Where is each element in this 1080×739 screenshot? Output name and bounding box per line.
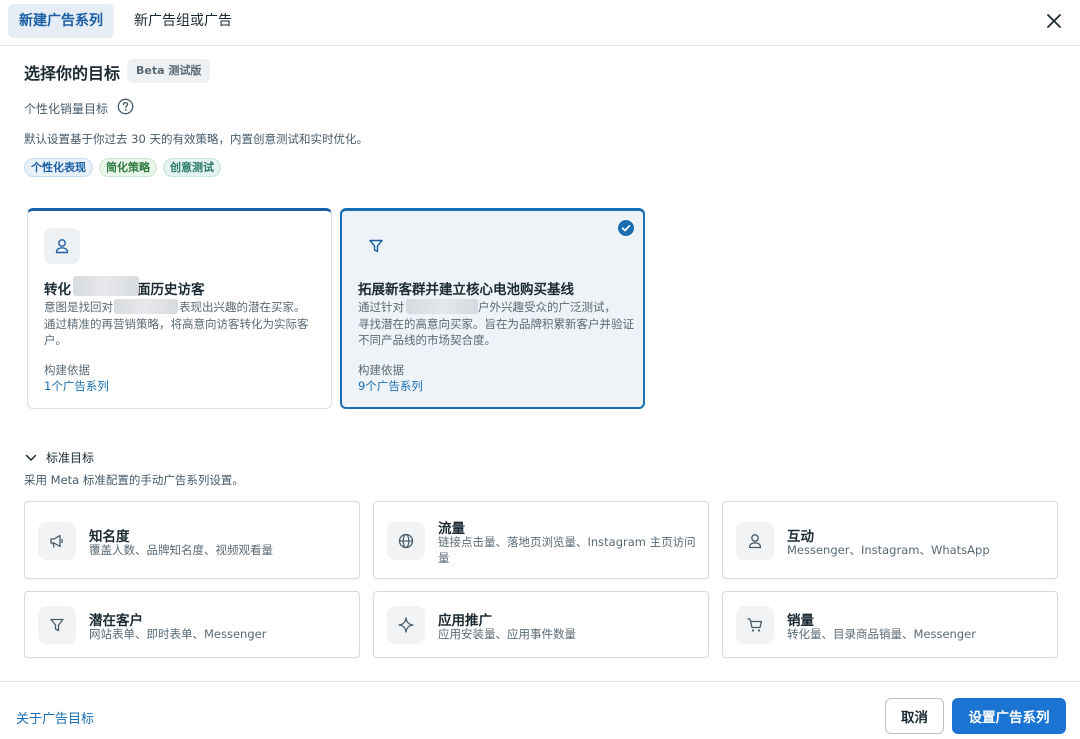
basis-label: 构建依据 [44, 363, 90, 377]
close-button[interactable] [1042, 9, 1066, 33]
page-title: 选择你的目标 [24, 64, 121, 83]
objective-icon-box [44, 228, 80, 264]
objective-subtitle: 覆盖人数、品牌知名度、视频观看量 [89, 543, 273, 557]
objective-subtitle: 链接点击量、落地页浏览量、Instagram 主页访问量 [438, 535, 696, 565]
objective-icon-box [387, 606, 425, 644]
objective-subtitle: Messenger、Instagram、WhatsApp [787, 543, 990, 557]
chevron-down-icon [25, 454, 37, 461]
objective-card-retarget[interactable]: 转化 面历史访客 意图是找回对 表现出兴趣的潜在买家。 通过精准的再营销策略，将高意… [27, 208, 332, 409]
objective-title: 应用推广 [438, 613, 492, 629]
basis-link[interactable]: 1个广告系列 [44, 378, 109, 394]
globe-icon [398, 533, 414, 549]
objective-awareness[interactable]: 知名度 覆盖人数、品牌知名度、视频观看量 [24, 501, 360, 579]
objective-sales[interactable]: 销量 转化量、目录商品销量、Messenger [722, 591, 1058, 658]
objective-description: 通过针对 户外兴趣受众的广泛测试， 寻找潜在的高意向买家。旨在为品牌积累新客户并验… [358, 299, 634, 349]
help-icon[interactable] [117, 98, 134, 115]
standard-objectives-toggle[interactable]: 标准目标 [24, 449, 94, 466]
objective-icon-box [38, 606, 76, 644]
tag-creative-test: 创意测试 [163, 158, 221, 177]
objective-desc-rest: 通过精准的再营销策略，将高意向访客转化为实际客户。 [44, 316, 309, 348]
objective-title-start: 转化 [44, 282, 71, 298]
basis-label: 构建依据 [358, 363, 404, 377]
tab-new-adset-or-ad[interactable]: 新广告组或广告 [122, 4, 244, 38]
objective-subtitle: 网站表单、即时表单、Messenger [89, 627, 267, 641]
objective-icon-box [358, 228, 394, 264]
objective-subtitle: 应用安装量、应用事件数量 [438, 627, 576, 641]
objective-title: 销量 [787, 613, 814, 629]
close-icon [1047, 14, 1061, 28]
funnel-icon [50, 618, 64, 632]
selected-check-icon [618, 220, 634, 236]
person-icon [55, 239, 69, 254]
basis-link[interactable]: 9个广告系列 [358, 378, 423, 394]
redacted-blur [73, 276, 139, 296]
about-objectives-link[interactable]: 关于广告目标 [16, 708, 94, 727]
objective-title: 流量 [438, 521, 465, 537]
objective-subtitle: 转化量、目录商品销量、Messenger [787, 627, 976, 641]
cancel-button[interactable]: 取消 [885, 698, 944, 734]
personalized-goal-label: 个性化销量目标 [24, 102, 109, 116]
personalized-description: 默认设置基于你过去 30 天的有效策略，内置创意测试和实时优化。 [24, 132, 368, 146]
objective-leads[interactable]: 潜在客户 网站表单、即时表单、Messenger [24, 591, 360, 658]
sparkle-icon [398, 617, 414, 633]
objective-title: 互动 [787, 529, 814, 545]
objective-description: 意图是找回对 表现出兴趣的潜在买家。 通过精准的再营销策略，将高意向访客转化为实际… [44, 299, 320, 349]
redacted-blur [406, 299, 478, 314]
objective-desc-end: 表现出兴趣的潜在买家。 [179, 300, 306, 314]
tag-personalized: 个性化表现 [24, 158, 93, 177]
tag-simplified: 简化策略 [99, 158, 157, 177]
objective-title: 潜在客户 [89, 613, 143, 629]
cart-icon [747, 618, 763, 632]
redacted-blur [114, 299, 178, 314]
beta-badge: Beta 测试版 [127, 59, 211, 83]
objective-title: 拓展新客群并建立核心电池购买基线 [358, 282, 574, 298]
objective-icon-box [736, 606, 774, 644]
objective-title: 知名度 [89, 529, 130, 545]
objective-desc-rest: 寻找潜在的高意向买家。旨在为品牌积累新客户并验证不同产品线的市场契合度。 [358, 316, 634, 348]
megaphone-icon [50, 534, 63, 548]
objective-icon-box [387, 522, 425, 560]
funnel-icon [369, 239, 383, 253]
objective-traffic[interactable]: 流量 链接点击量、落地页浏览量、Instagram 主页访问量 [373, 501, 709, 579]
objective-card-expand[interactable]: 拓展新客群并建立核心电池购买基线 通过针对 户外兴趣受众的广泛测试， 寻找潜在的高… [340, 208, 645, 409]
objective-icon-box [38, 522, 76, 560]
objective-title-end: 面历史访客 [137, 282, 205, 298]
objective-engagement[interactable]: 互动 Messenger、Instagram、WhatsApp [722, 501, 1058, 579]
feature-tags: 个性化表现 简化策略 创意测试 [24, 158, 221, 177]
tab-new-campaign[interactable]: 新建广告系列 [8, 4, 114, 38]
objective-desc-start: 通过针对 [358, 300, 404, 314]
person-icon [748, 534, 762, 549]
standard-objectives-label: 标准目标 [46, 451, 95, 465]
objective-desc-start: 意图是找回对 [44, 300, 113, 314]
footer: 关于广告目标 取消 设置广告系列 [0, 681, 1080, 739]
standard-objectives-description: 采用 Meta 标准配置的手动广告系列设置。 [24, 473, 244, 487]
setup-campaign-button[interactable]: 设置广告系列 [952, 698, 1066, 734]
objective-desc-end: 户外兴趣受众的广泛测试， [478, 300, 616, 314]
objective-icon-box [736, 522, 774, 560]
tab-bar: 新建广告系列 新广告组或广告 [0, 0, 1080, 46]
objective-app-promotion[interactable]: 应用推广 应用安装量、应用事件数量 [373, 591, 709, 658]
